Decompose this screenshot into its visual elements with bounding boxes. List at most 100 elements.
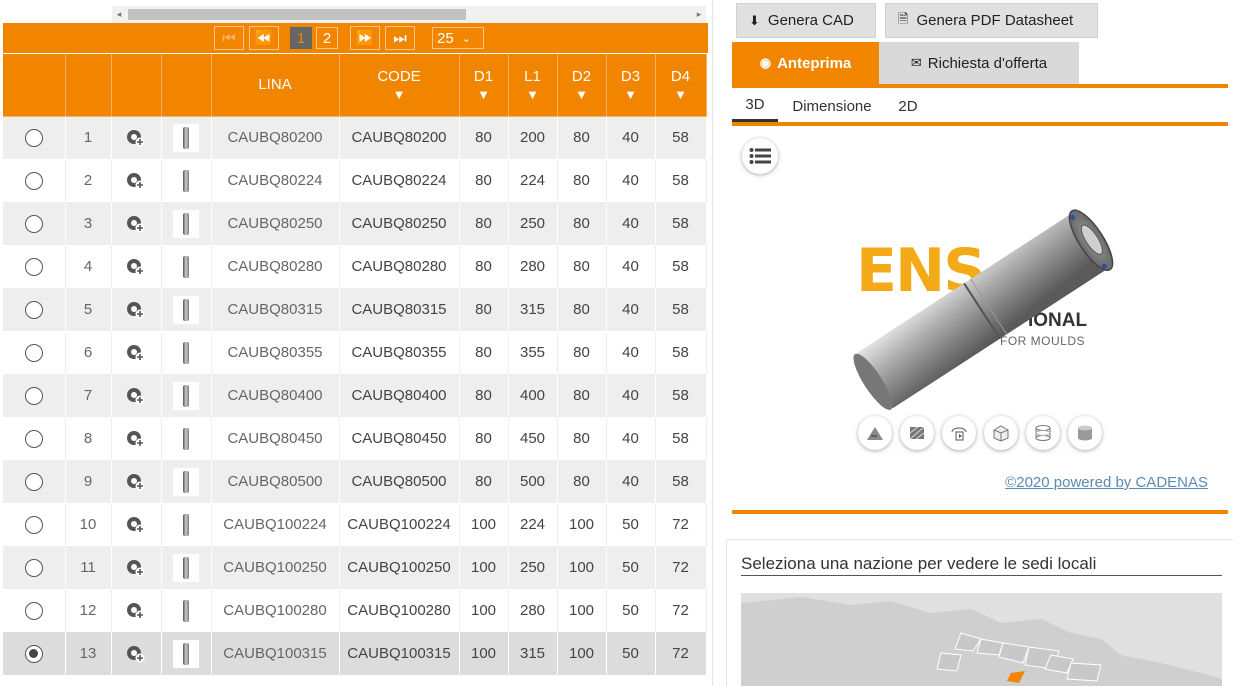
part-thumbnail[interactable]: [173, 596, 199, 625]
tab-anteprima[interactable]: ◉ Anteprima: [732, 42, 879, 84]
row-cad-cell[interactable]: [111, 159, 162, 202]
col-d2[interactable]: D2 ▼: [557, 54, 607, 117]
part-thumbnail[interactable]: [173, 467, 199, 496]
filter-icon[interactable]: ▼: [340, 88, 459, 101]
row-select-cell[interactable]: [3, 589, 66, 632]
row-thumb-cell[interactable]: [161, 116, 212, 159]
row-thumb-cell[interactable]: [161, 245, 212, 288]
cad-download-icon[interactable]: [126, 559, 146, 577]
row-select-cell[interactable]: [3, 245, 66, 288]
row-thumb-cell[interactable]: [161, 417, 212, 460]
table-row[interactable]: 7 CAUBQ80400 CAUBQ80400 80 400 80 40 58: [3, 374, 707, 417]
subtab-dimensione[interactable]: Dimensione: [784, 90, 880, 122]
cad-download-icon[interactable]: [126, 430, 146, 448]
page-1-button[interactable]: 1: [290, 27, 312, 49]
page-size-select[interactable]: 25 ⌄: [432, 27, 484, 49]
row-thumb-cell[interactable]: [161, 589, 212, 632]
row-cad-cell[interactable]: [111, 202, 162, 245]
table-row[interactable]: 2 CAUBQ80224 CAUBQ80224 80 224 80 40 58: [3, 159, 707, 202]
row-thumb-cell[interactable]: [161, 202, 212, 245]
hatched-cube-icon[interactable]: [900, 416, 934, 450]
last-page-button[interactable]: ⏭: [385, 26, 415, 50]
row-radio[interactable]: [24, 429, 43, 448]
row-radio[interactable]: [24, 128, 43, 147]
row-cad-cell[interactable]: [111, 417, 162, 460]
cad-download-icon[interactable]: [126, 602, 146, 620]
3d-viewer[interactable]: ENS IONAL FOR MOULDS ©2020 powered by CA…: [732, 126, 1228, 510]
row-cad-cell[interactable]: [111, 503, 162, 546]
row-cad-cell[interactable]: [111, 546, 162, 589]
row-radio[interactable]: [24, 601, 43, 620]
row-cad-cell[interactable]: [111, 374, 162, 417]
filter-icon[interactable]: ▼: [460, 88, 508, 101]
cad-download-icon[interactable]: [126, 645, 146, 663]
3d-part-model[interactable]: [832, 196, 1132, 426]
rotate-icon[interactable]: [942, 416, 976, 450]
filter-icon[interactable]: ▼: [509, 88, 557, 101]
row-radio[interactable]: [24, 515, 43, 534]
part-thumbnail[interactable]: [173, 123, 199, 152]
col-lina[interactable]: LINA: [211, 54, 340, 117]
table-row[interactable]: 12 CAUBQ100280 CAUBQ100280 100 280 100 50 72: [3, 589, 707, 632]
row-cad-cell[interactable]: [111, 460, 162, 503]
row-radio[interactable]: [24, 171, 43, 190]
part-thumbnail[interactable]: [173, 166, 199, 195]
subtab-3d[interactable]: 3D: [732, 90, 778, 122]
row-thumb-cell[interactable]: [161, 503, 212, 546]
row-radio[interactable]: [24, 644, 43, 663]
col-d1[interactable]: D1 ▼: [459, 54, 509, 117]
part-thumbnail[interactable]: [173, 295, 199, 324]
cad-download-icon[interactable]: [126, 344, 146, 362]
cad-download-icon[interactable]: [126, 516, 146, 534]
row-thumb-cell[interactable]: [161, 374, 212, 417]
first-page-button[interactable]: ⏮: [214, 26, 244, 50]
row-thumb-cell[interactable]: [161, 460, 212, 503]
row-select-cell[interactable]: [3, 288, 66, 331]
table-row[interactable]: 8 CAUBQ80450 CAUBQ80450 80 450 80 40 58: [3, 417, 707, 460]
row-select-cell[interactable]: [3, 331, 66, 374]
filter-icon[interactable]: ▼: [607, 88, 655, 101]
part-thumbnail[interactable]: [173, 553, 199, 582]
prev-page-button[interactable]: ⏪: [249, 26, 279, 50]
part-thumbnail[interactable]: [173, 252, 199, 281]
row-select-cell[interactable]: [3, 202, 66, 245]
table-row[interactable]: 13 CAUBQ100315 CAUBQ100315 100 315 100 50 72: [3, 632, 707, 675]
row-radio[interactable]: [24, 300, 43, 319]
part-thumbnail[interactable]: [173, 639, 199, 668]
part-thumbnail[interactable]: [173, 424, 199, 453]
filter-icon[interactable]: ▼: [558, 88, 606, 101]
scrollbar-thumb[interactable]: [128, 9, 466, 20]
list-icon[interactable]: [742, 138, 778, 174]
row-select-cell[interactable]: [3, 632, 66, 675]
row-thumb-cell[interactable]: [161, 159, 212, 202]
part-thumbnail[interactable]: [173, 338, 199, 367]
table-row[interactable]: 9 CAUBQ80500 CAUBQ80500 80 500 80 40 58: [3, 460, 707, 503]
tab-richiesta-offerta[interactable]: ✉ Richiesta d'offerta: [879, 42, 1079, 84]
table-row[interactable]: 10 CAUBQ100224 CAUBQ100224 100 224 100 50 72: [3, 503, 707, 546]
table-row[interactable]: 5 CAUBQ80315 CAUBQ80315 80 315 80 40 58: [3, 288, 707, 331]
row-radio[interactable]: [24, 343, 43, 362]
part-thumbnail[interactable]: [173, 510, 199, 539]
col-d4[interactable]: D4 ▼: [655, 54, 707, 117]
row-select-cell[interactable]: [3, 546, 66, 589]
cad-download-icon[interactable]: [126, 473, 146, 491]
part-thumbnail[interactable]: [173, 209, 199, 238]
cube-icon[interactable]: [984, 416, 1018, 450]
row-select-cell[interactable]: [3, 374, 66, 417]
row-select-cell[interactable]: [3, 417, 66, 460]
table-row[interactable]: 6 CAUBQ80355 CAUBQ80355 80 355 80 40 58: [3, 331, 707, 374]
pane-divider[interactable]: [712, 0, 726, 686]
row-thumb-cell[interactable]: [161, 632, 212, 675]
row-cad-cell[interactable]: [111, 331, 162, 374]
cad-download-icon[interactable]: [126, 172, 146, 190]
genera-cad-button[interactable]: ⬇ Genera CAD: [736, 3, 876, 38]
cylinder-solid-icon[interactable]: [1068, 416, 1102, 450]
next-page-button[interactable]: ⏩: [350, 26, 380, 50]
row-cad-cell[interactable]: [111, 589, 162, 632]
col-d3[interactable]: D3 ▼: [606, 54, 656, 117]
genera-pdf-button[interactable]: 🗎 Genera PDF Datasheet: [885, 3, 1098, 38]
cad-download-icon[interactable]: [126, 215, 146, 233]
page-2-button[interactable]: 2: [316, 27, 338, 49]
cad-download-icon[interactable]: [126, 129, 146, 147]
cadenas-credit-link[interactable]: ©2020 powered by CADENAS: [1005, 474, 1208, 491]
